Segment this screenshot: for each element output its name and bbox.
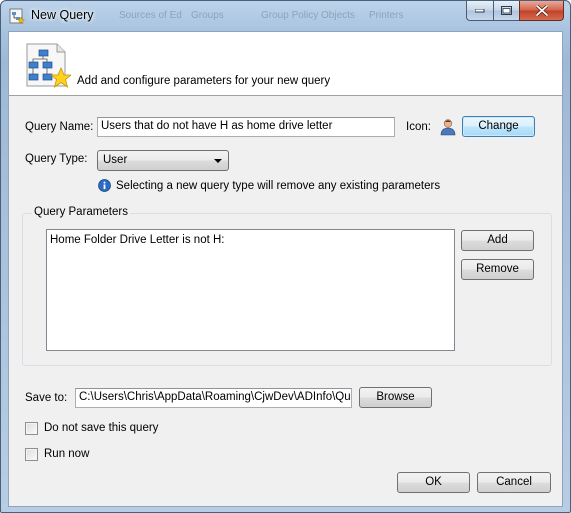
header-description: Add and configure parameters for your ne…	[77, 75, 331, 87]
close-icon	[535, 5, 548, 16]
query-wizard-icon	[23, 42, 73, 88]
add-parameter-button[interactable]: Add	[461, 230, 534, 251]
icon-label: Icon:	[406, 121, 431, 133]
browse-button[interactable]: Browse	[359, 387, 432, 408]
ok-button[interactable]: OK	[397, 472, 470, 493]
cancel-button[interactable]: Cancel	[477, 472, 551, 493]
list-item[interactable]: Home Folder Drive Letter is not H:	[50, 234, 224, 246]
query-name-input[interactable]: Users that do not have H as home drive l…	[97, 117, 395, 137]
query-name-label: Query Name:	[25, 121, 94, 133]
run-now-checkbox[interactable]	[25, 448, 38, 461]
minimize-icon	[475, 8, 485, 12]
maximize-button[interactable]	[493, 1, 519, 21]
maximize-icon	[501, 6, 512, 15]
query-type-value: User	[103, 154, 128, 166]
new-query-window: New Query Sources of Ed Groups Group Pol…	[0, 0, 571, 513]
background-text: Groups	[191, 10, 224, 21]
background-text: Sources of Ed	[119, 10, 182, 21]
dialog-header: Add and configure parameters for your ne…	[9, 32, 562, 96]
background-text: Group Policy Objects	[261, 10, 355, 21]
info-icon	[98, 179, 111, 192]
chevron-down-icon	[214, 159, 222, 163]
window-title: New Query	[31, 8, 94, 22]
do-not-save-label[interactable]: Do not save this query	[44, 422, 158, 434]
minimize-button[interactable]	[466, 1, 493, 21]
title-bar[interactable]: New Query Sources of Ed Groups Group Pol…	[1, 1, 570, 31]
change-icon-button[interactable]: Change	[462, 116, 535, 137]
query-type-label: Query Type:	[25, 153, 88, 165]
run-now-label[interactable]: Run now	[44, 448, 89, 460]
query-type-dropdown[interactable]: User	[97, 150, 229, 171]
close-button[interactable]	[519, 1, 564, 21]
user-icon	[439, 118, 457, 136]
save-to-label: Save to:	[25, 392, 68, 404]
query-window-icon[interactable]	[9, 8, 26, 25]
background-text: Printers	[369, 10, 404, 21]
do-not-save-checkbox[interactable]	[25, 422, 38, 435]
dialog-body: Add and configure parameters for your ne…	[8, 31, 563, 507]
query-parameters-list[interactable]: Home Folder Drive Letter is not H:	[46, 229, 455, 351]
remove-parameter-button[interactable]: Remove	[461, 259, 534, 280]
query-type-warning: Selecting a new query type will remove a…	[116, 180, 441, 192]
save-path-input[interactable]: C:\Users\Chris\AppData\Roaming\CjwDev\AD…	[75, 388, 352, 408]
query-parameters-title: Query Parameters	[32, 206, 130, 218]
window-controls	[466, 1, 564, 21]
